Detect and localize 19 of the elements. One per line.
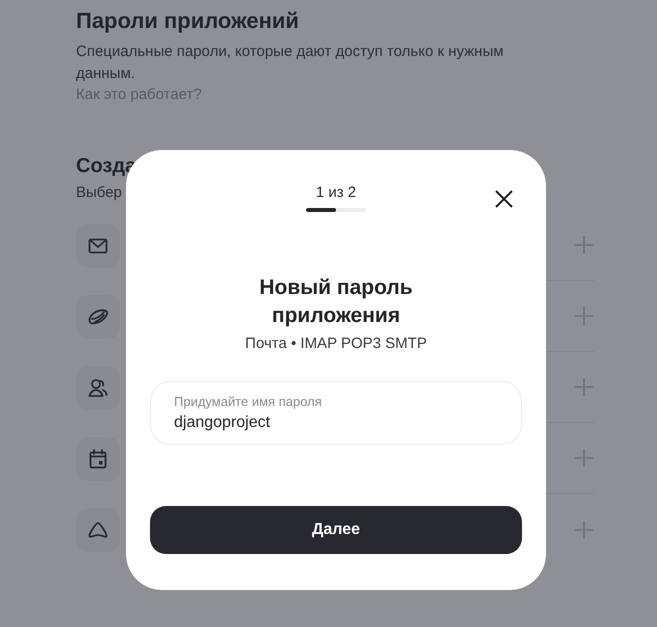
page-description: Специальные пароли, которые дают доступ только к нужным данным. xyxy=(76,42,505,84)
page-title: Пароли приложений xyxy=(76,7,299,35)
service-tile[interactable] xyxy=(76,294,120,338)
service-tile[interactable] xyxy=(76,366,120,410)
people-icon xyxy=(88,378,108,398)
calendar-icon xyxy=(89,448,107,468)
service-tile[interactable] xyxy=(76,224,120,268)
step-counter: 1 из 2 xyxy=(316,183,356,203)
dialog-subtitle: Почта • IMAP POP3 SMTP xyxy=(245,334,427,354)
service-tile[interactable] xyxy=(76,508,120,552)
dialog-title: Новый пароль приложения xyxy=(258,275,414,329)
close-icon xyxy=(495,190,513,208)
service-tile[interactable] xyxy=(76,436,120,480)
next-button[interactable]: Далее xyxy=(150,506,522,554)
saucer-icon xyxy=(87,308,109,326)
section-hint: Выбер xyxy=(76,183,122,203)
password-name-field[interactable]: Придумайте имя пароля djangoproject xyxy=(150,381,522,445)
triangle-icon xyxy=(87,520,109,538)
envelope-icon xyxy=(88,238,108,254)
